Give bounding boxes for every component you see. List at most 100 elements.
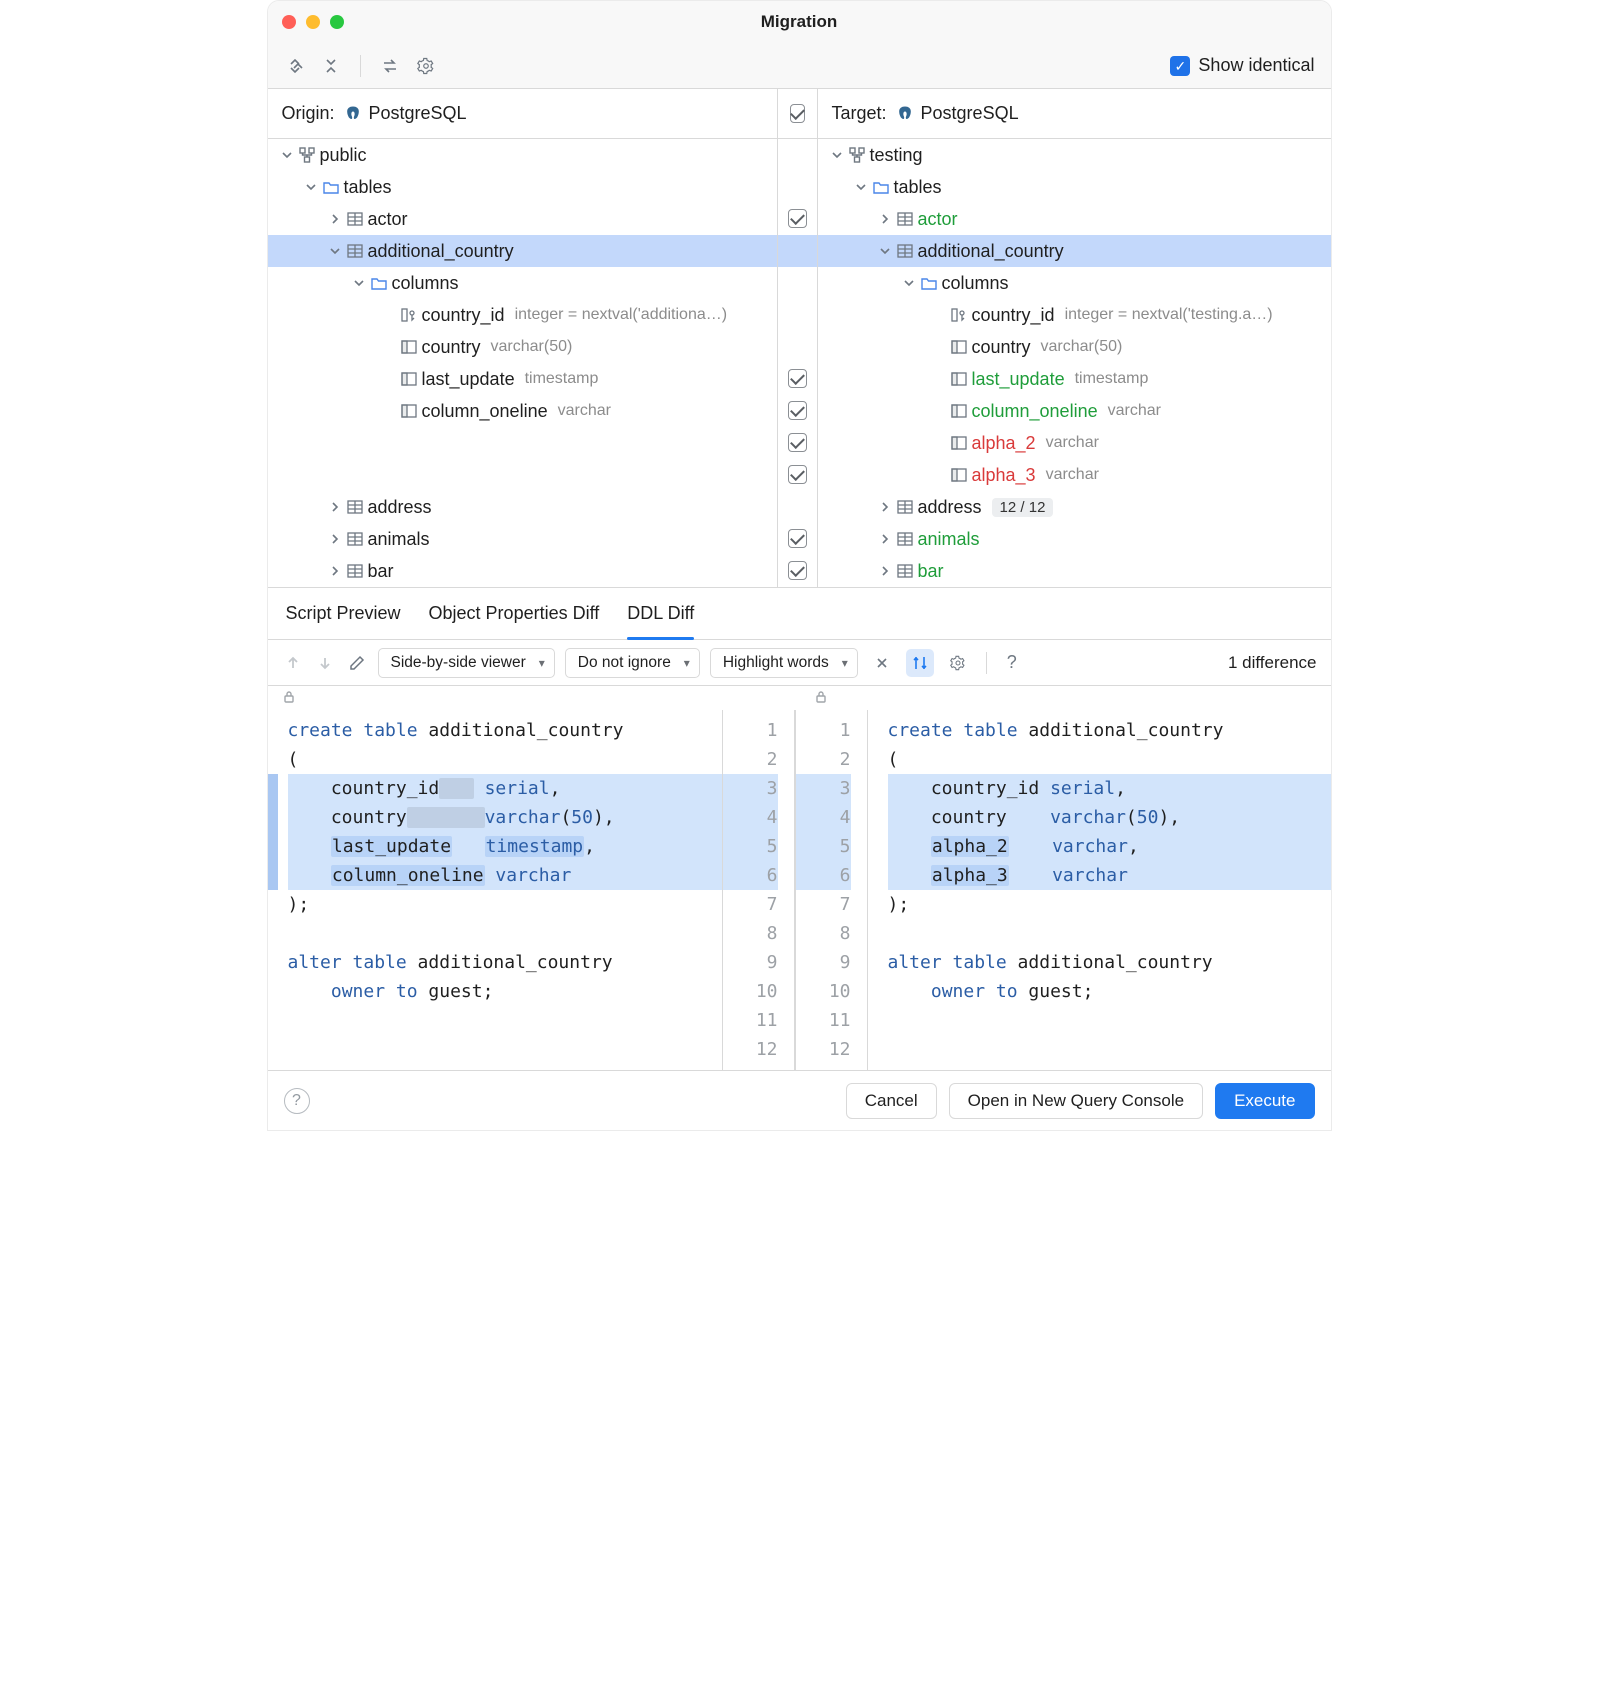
tree-table-bar[interactable]: bar	[818, 555, 1331, 587]
tree-table-bar[interactable]: bar	[268, 555, 777, 587]
sync-checkbox[interactable]	[788, 465, 807, 484]
arrow-up-icon[interactable]	[282, 652, 304, 674]
window-close-button[interactable]	[282, 15, 296, 29]
target-tree[interactable]: testing tables actor additional_country	[818, 139, 1331, 587]
tree-column[interactable]: last_update timestamp	[268, 363, 777, 395]
expand-all-icon[interactable]	[284, 55, 306, 77]
tree-column[interactable]: column_oneline varchar	[818, 395, 1331, 427]
tree-empty-row	[268, 427, 777, 459]
chevron-right-icon	[326, 565, 344, 577]
chevron-right-icon	[876, 213, 894, 225]
sync-checkbox[interactable]	[788, 561, 807, 580]
cancel-button[interactable]: Cancel	[846, 1083, 937, 1119]
tree-tables-folder[interactable]: tables	[818, 171, 1331, 203]
tree-column[interactable]: alpha_2 varchar	[818, 427, 1331, 459]
sync-checkbox[interactable]	[788, 209, 807, 228]
tree-column[interactable]: country varchar(50)	[268, 331, 777, 363]
tab-ddl-diff[interactable]: DDL Diff	[627, 588, 694, 639]
gear-icon[interactable]	[415, 55, 437, 77]
postgresql-icon	[895, 104, 915, 124]
sync-all-checkbox[interactable]	[790, 104, 805, 123]
chevron-down-icon	[852, 181, 870, 193]
ignore-mode-select[interactable]: Do not ignore	[565, 648, 700, 678]
top-toolbar: ✓ Show identical	[268, 43, 1331, 89]
sync-scroll-icon[interactable]	[906, 649, 934, 677]
table-icon	[894, 532, 916, 546]
table-icon	[894, 212, 916, 226]
open-in-console-button[interactable]: Open in New Query Console	[949, 1083, 1203, 1119]
tree-column[interactable]: column_oneline varchar	[268, 395, 777, 427]
column-icon	[948, 436, 970, 450]
sync-checkbox[interactable]	[788, 401, 807, 420]
ddl-diff-editor[interactable]: create table additional_country ( countr…	[268, 710, 1331, 1070]
folder-icon	[320, 180, 342, 194]
window-zoom-button[interactable]	[330, 15, 344, 29]
tree-columns-folder[interactable]: columns	[818, 267, 1331, 299]
tree-table-animals[interactable]: animals	[268, 523, 777, 555]
window-minimize-button[interactable]	[306, 15, 320, 29]
window-titlebar: Migration	[268, 1, 1331, 43]
postgresql-icon	[343, 104, 363, 124]
tree-schema[interactable]: testing	[818, 139, 1331, 171]
key-column-icon	[948, 308, 970, 322]
tab-object-properties-diff[interactable]: Object Properties Diff	[429, 588, 600, 639]
schema-icon	[846, 147, 868, 163]
sync-checkbox[interactable]	[788, 369, 807, 388]
tree-tables-folder[interactable]: tables	[268, 171, 777, 203]
tree-table-address[interactable]: address	[268, 491, 777, 523]
table-icon	[894, 244, 916, 258]
folder-icon	[918, 276, 940, 290]
column-icon	[398, 340, 420, 354]
sync-checkbox[interactable]	[788, 433, 807, 452]
tree-table-additional-country[interactable]: additional_country	[268, 235, 777, 267]
edit-icon[interactable]	[346, 652, 368, 674]
tree-table-actor[interactable]: actor	[268, 203, 777, 235]
tab-script-preview[interactable]: Script Preview	[286, 588, 401, 639]
tree-table-additional-country[interactable]: additional_country	[818, 235, 1331, 267]
highlight-mode-select[interactable]: Highlight words	[710, 648, 858, 678]
chevron-right-icon	[876, 501, 894, 513]
sync-checkbox[interactable]	[788, 529, 807, 548]
lock-icon	[814, 688, 828, 709]
tree-column[interactable]: country_id integer = nextval('additiona……	[268, 299, 777, 331]
tree-column[interactable]: alpha_3 varchar	[818, 459, 1331, 491]
execute-button[interactable]: Execute	[1215, 1083, 1314, 1119]
tree-table-actor[interactable]: actor	[818, 203, 1331, 235]
chevron-down-icon	[876, 245, 894, 257]
show-identical-checkbox[interactable]: ✓	[1170, 56, 1190, 76]
target-label: Target:	[832, 103, 887, 124]
origin-tree[interactable]: public tables actor additional_country c	[268, 139, 778, 587]
table-icon	[344, 244, 366, 258]
key-column-icon	[398, 308, 420, 322]
column-icon	[948, 404, 970, 418]
folder-icon	[870, 180, 892, 194]
column-icon	[398, 404, 420, 418]
column-icon	[398, 372, 420, 386]
gear-icon[interactable]	[944, 649, 972, 677]
help-icon[interactable]: ?	[1001, 652, 1023, 674]
tree-table-address[interactable]: address 12 / 12	[818, 491, 1331, 523]
tree-schema[interactable]: public	[268, 139, 777, 171]
window-title: Migration	[268, 12, 1331, 32]
lock-icon	[282, 688, 296, 709]
chevron-right-icon	[326, 213, 344, 225]
viewer-mode-select[interactable]: Side-by-side viewer	[378, 648, 555, 678]
table-icon	[894, 500, 916, 514]
tree-column[interactable]: country_id integer = nextval('testing.a……	[818, 299, 1331, 331]
tree-table-animals[interactable]: animals	[818, 523, 1331, 555]
collapse-all-icon[interactable]	[320, 55, 342, 77]
diff-count-badge: 12 / 12	[992, 498, 1054, 517]
tree-columns-folder[interactable]: columns	[268, 267, 777, 299]
tree-column[interactable]: last_update timestamp	[818, 363, 1331, 395]
swap-icon[interactable]	[379, 55, 401, 77]
chevron-right-icon	[876, 565, 894, 577]
target-db-name: PostgreSQL	[921, 103, 1019, 124]
help-button[interactable]: ?	[284, 1088, 310, 1114]
table-icon	[344, 500, 366, 514]
tree-column[interactable]: country varchar(50)	[818, 331, 1331, 363]
arrow-down-icon[interactable]	[314, 652, 336, 674]
chevron-right-icon	[876, 533, 894, 545]
collapse-unchanged-icon[interactable]	[868, 649, 896, 677]
table-icon	[344, 532, 366, 546]
chevron-down-icon	[350, 277, 368, 289]
